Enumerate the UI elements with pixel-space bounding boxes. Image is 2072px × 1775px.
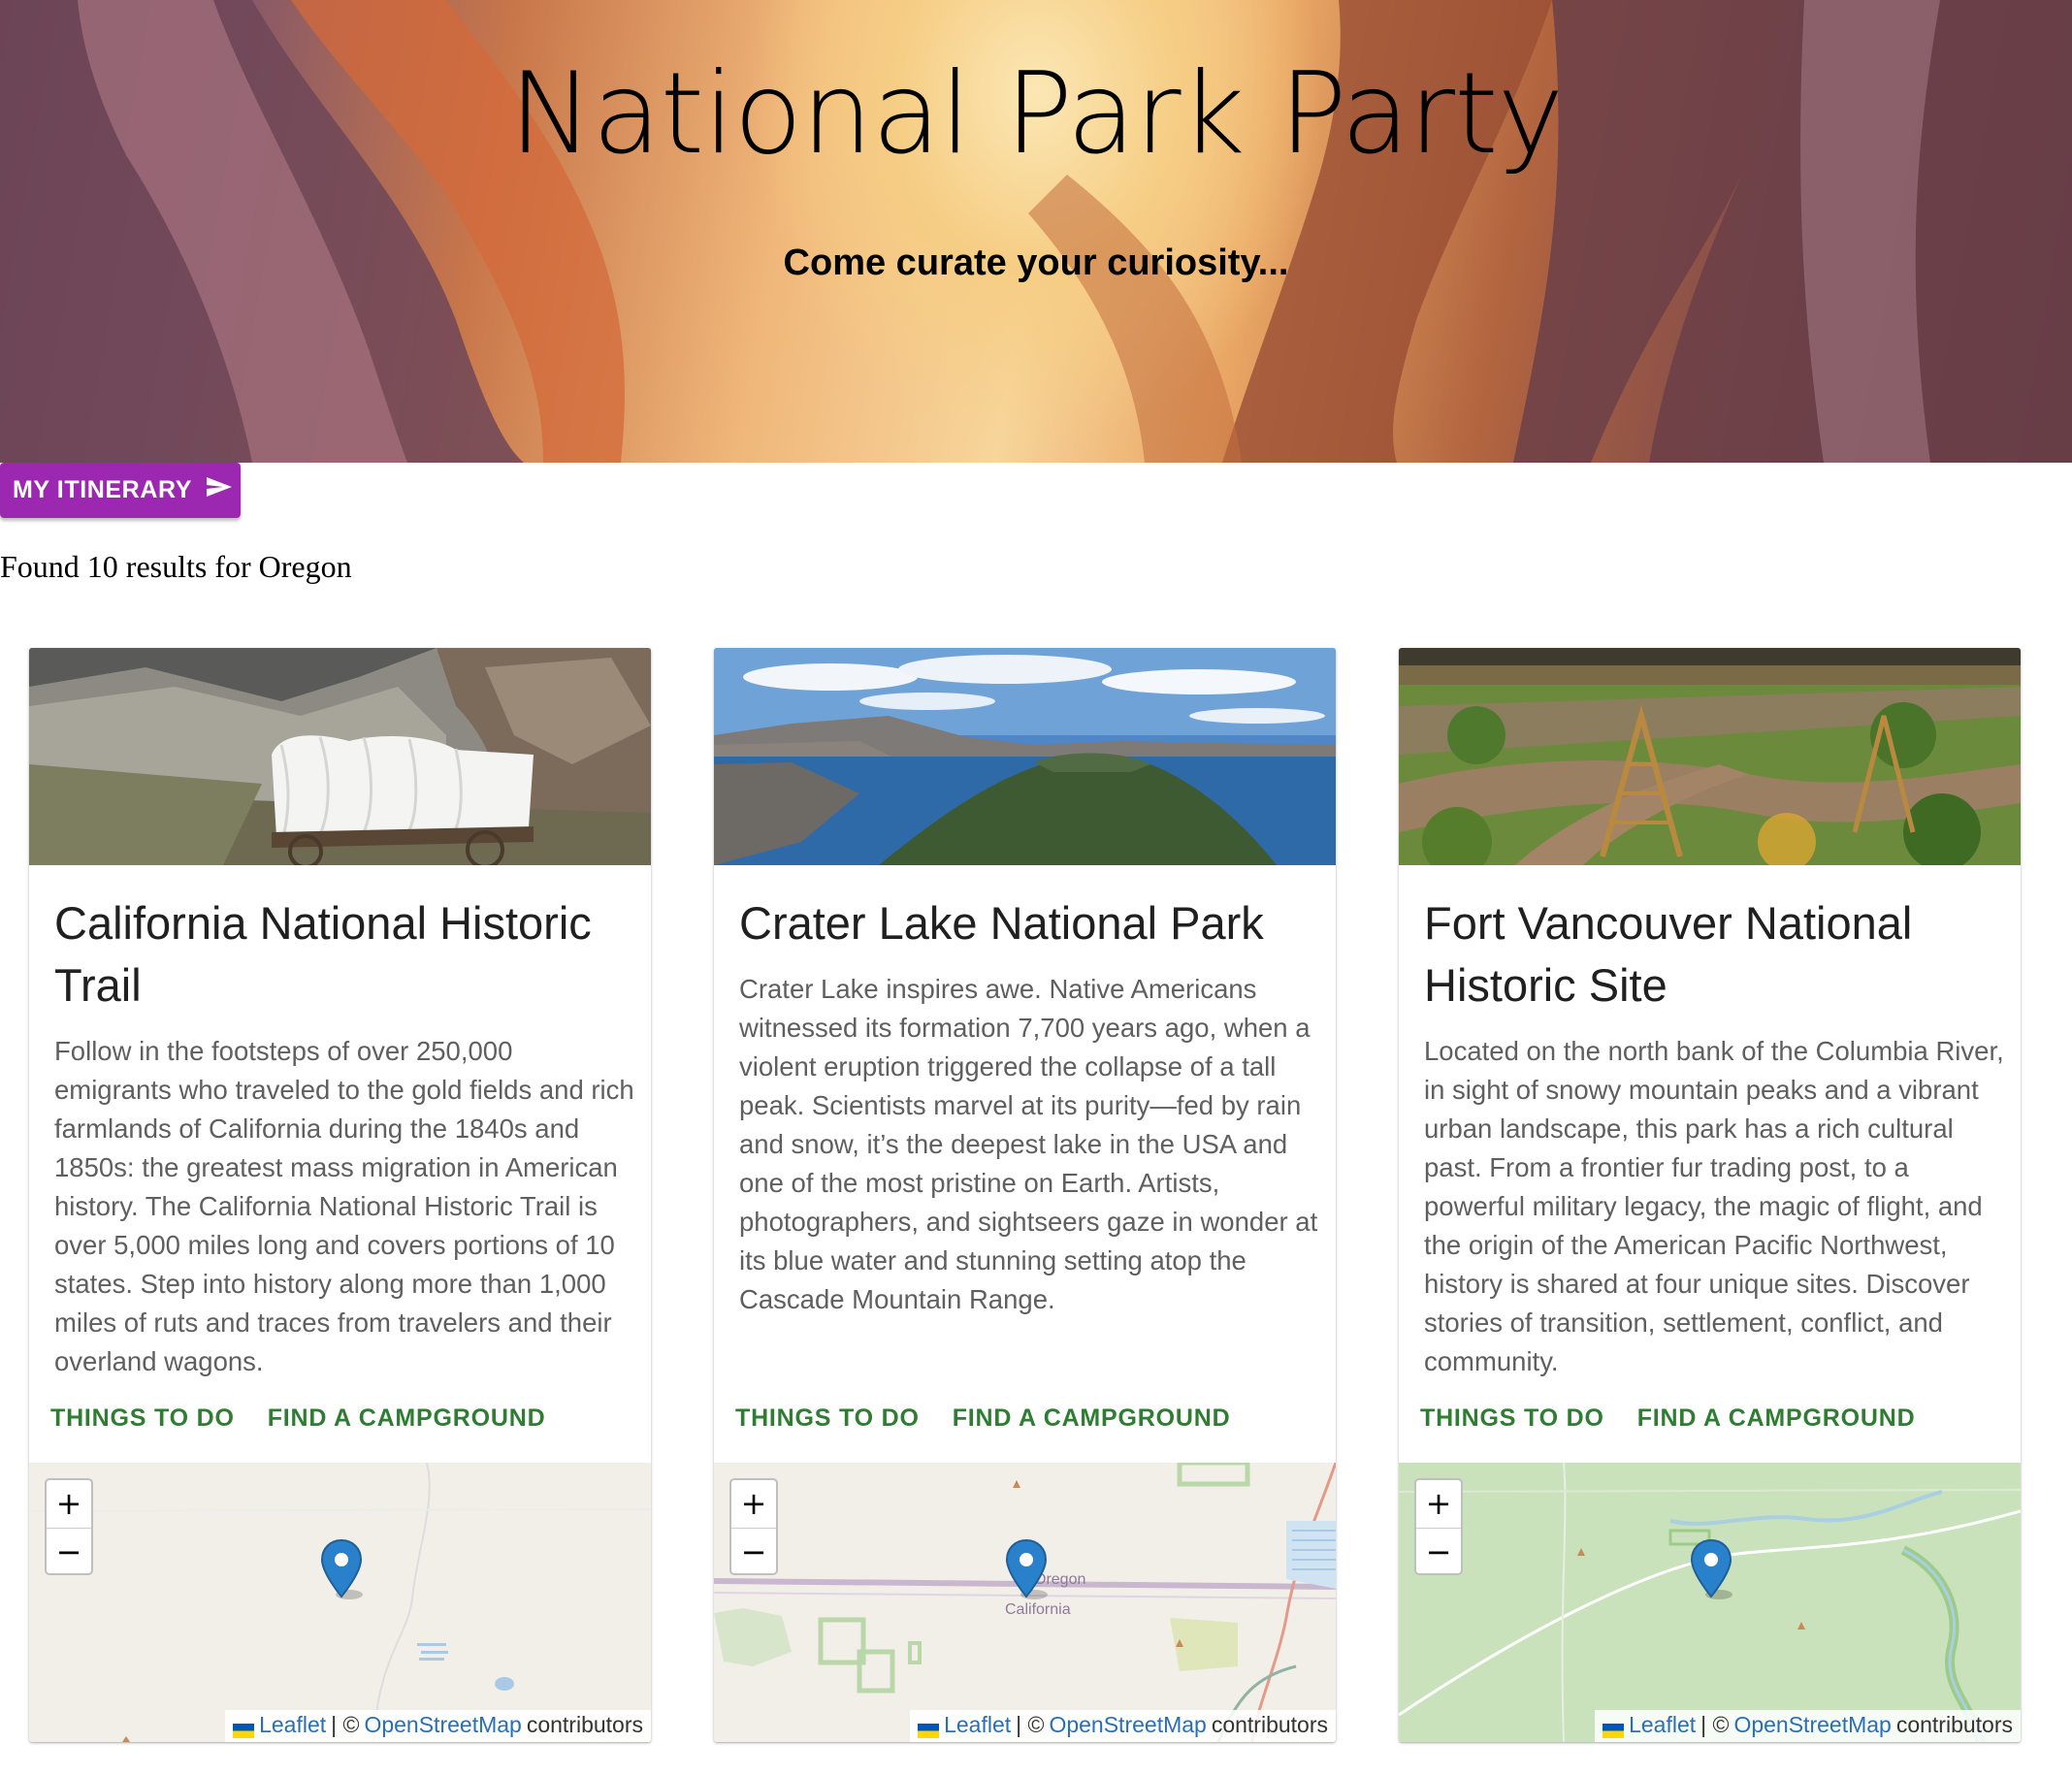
leaflet-link[interactable]: Leaflet <box>944 1712 1011 1738</box>
park-photo <box>714 648 1336 865</box>
send-icon <box>206 475 233 505</box>
park-map[interactable]: Oregon California + − Leaflet | © OpenSt… <box>714 1463 1336 1742</box>
park-title: Crater Lake National Park <box>739 897 1264 949</box>
page-title: National Park Party <box>508 48 1564 179</box>
page-subtitle: Come curate your curiosity... <box>783 242 1289 283</box>
map-attribution: Leaflet | © OpenStreetMap contributors <box>1595 1710 2021 1742</box>
hero-banner: National Park Party Come curate your cur… <box>0 0 2072 463</box>
zoom-out-button[interactable]: − <box>1416 1529 1461 1576</box>
zoom-out-button[interactable]: − <box>731 1529 776 1576</box>
zoom-control: + − <box>45 1478 93 1575</box>
openstreetmap-link[interactable]: OpenStreetMap <box>1049 1712 1206 1738</box>
zoom-out-button[interactable]: − <box>47 1529 91 1576</box>
park-map[interactable]: + − Leaflet | © OpenStreetMap contributo… <box>1399 1463 2021 1742</box>
park-photo <box>1399 648 2021 865</box>
map-tiles: Oregon California <box>714 1463 1336 1742</box>
park-title: California National Historic Trail <box>54 897 592 1011</box>
map-marker-icon[interactable] <box>1005 1538 1048 1600</box>
card-actions: THINGS TO DO FIND A CAMPGROUND <box>49 1403 547 1435</box>
zoom-control: + − <box>1414 1478 1463 1575</box>
map-tiles <box>1399 1463 2021 1742</box>
crater-lake-photo <box>714 648 1336 865</box>
map-attribution: Leaflet | © OpenStreetMap contributors <box>910 1710 1336 1742</box>
ukraine-flag-icon <box>918 1718 940 1738</box>
find-campground-button[interactable]: FIND A CAMPGROUND <box>266 1403 548 1435</box>
my-itinerary-label: MY ITINERARY <box>13 476 192 503</box>
park-card: California National Historic Trail Follo… <box>29 648 651 1742</box>
find-campground-button[interactable]: FIND A CAMPGROUND <box>951 1403 1233 1435</box>
openstreetmap-link[interactable]: OpenStreetMap <box>1733 1712 1891 1738</box>
zoom-control: + − <box>729 1478 778 1575</box>
map-tiles <box>29 1463 651 1742</box>
map-attribution: Leaflet | © OpenStreetMap contributors <box>225 1710 651 1742</box>
ukraine-flag-icon <box>1603 1718 1625 1738</box>
map-marker-icon[interactable] <box>320 1538 363 1600</box>
map-label-california: California <box>1005 1601 1071 1618</box>
garden-photo <box>1399 648 2021 865</box>
things-to-do-button[interactable]: THINGS TO DO <box>49 1403 237 1435</box>
covered-wagon-photo <box>29 648 651 865</box>
things-to-do-button[interactable]: THINGS TO DO <box>733 1403 922 1435</box>
park-description: Crater Lake inspires awe. Native America… <box>739 974 1318 1314</box>
park-description: Follow in the footsteps of over 250,000 … <box>54 1036 634 1376</box>
zoom-in-button[interactable]: + <box>47 1480 91 1529</box>
attribution-contributors: contributors <box>1895 1712 2013 1737</box>
park-description: Located on the north bank of the Columbi… <box>1424 1036 2004 1376</box>
things-to-do-button[interactable]: THINGS TO DO <box>1418 1403 1606 1435</box>
park-title: Fort Vancouver National Historic Site <box>1424 897 1913 1011</box>
attribution-separator: | © <box>331 1712 360 1737</box>
leaflet-link[interactable]: Leaflet <box>259 1712 326 1738</box>
zoom-in-button[interactable]: + <box>1416 1480 1461 1529</box>
map-marker-icon[interactable] <box>1690 1538 1732 1600</box>
card-actions: THINGS TO DO FIND A CAMPGROUND <box>1418 1403 1917 1435</box>
ukraine-flag-icon <box>233 1718 255 1738</box>
find-campground-button[interactable]: FIND A CAMPGROUND <box>1635 1403 1918 1435</box>
card-actions: THINGS TO DO FIND A CAMPGROUND <box>733 1403 1232 1435</box>
results-count: Found 10 results for Oregon <box>0 549 352 584</box>
park-card: Fort Vancouver National Historic Site Lo… <box>1399 648 2021 1742</box>
my-itinerary-button[interactable]: MY ITINERARY <box>0 463 241 518</box>
attribution-separator: | © <box>1700 1712 1730 1737</box>
zoom-in-button[interactable]: + <box>731 1480 776 1529</box>
park-map[interactable]: + − Leaflet | © OpenStreetMap contributo… <box>29 1463 651 1742</box>
attribution-contributors: contributors <box>526 1712 643 1737</box>
park-photo <box>29 648 651 865</box>
leaflet-link[interactable]: Leaflet <box>1629 1712 1696 1738</box>
park-card: Crater Lake National Park Crater Lake in… <box>714 648 1336 1742</box>
attribution-separator: | © <box>1016 1712 1045 1737</box>
attribution-contributors: contributors <box>1211 1712 1328 1737</box>
openstreetmap-link[interactable]: OpenStreetMap <box>364 1712 521 1738</box>
